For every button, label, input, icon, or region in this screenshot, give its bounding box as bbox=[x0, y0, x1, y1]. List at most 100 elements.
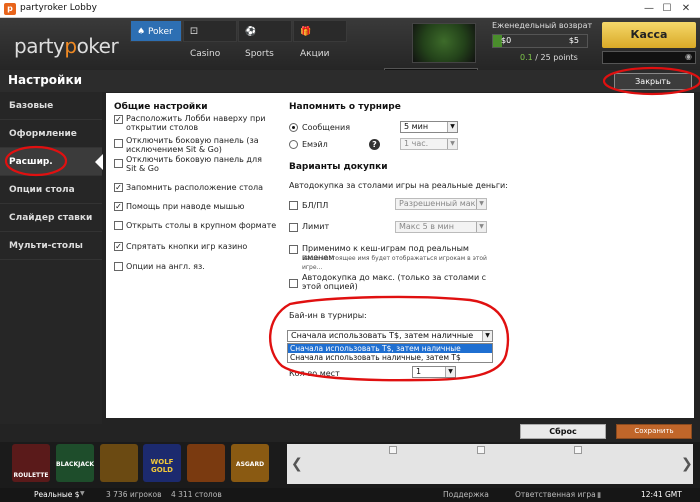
checkbox-auto-max[interactable] bbox=[289, 279, 298, 288]
active-arrow-icon bbox=[95, 154, 103, 170]
checkbox-hide-casino[interactable]: ✓ bbox=[114, 242, 123, 251]
promo-banner[interactable]: ❮ ❯ bbox=[287, 444, 693, 484]
sidebar-item-label: Слайдер ставки bbox=[9, 213, 93, 223]
chevron-down-icon: ▼ bbox=[447, 122, 457, 132]
tab-promo-label: Акции bbox=[300, 49, 330, 59]
select-seats[interactable]: 1 ▼ bbox=[412, 366, 456, 378]
label-auto-max: Автодокупка до макс. (только за столами … bbox=[302, 273, 487, 291]
label-seats: Кол-во мест bbox=[289, 369, 340, 378]
close-settings-button[interactable]: Закрыть настройки bbox=[614, 73, 692, 101]
checkbox-hover-help[interactable]: ✓ bbox=[114, 202, 123, 211]
select-tournament-buyin[interactable]: Сначала использовать T$, затем наличные ▼ bbox=[287, 330, 493, 342]
chevron-right-icon[interactable]: ❯ bbox=[681, 456, 693, 472]
sidebar-item-label: Оформление bbox=[9, 129, 77, 139]
buyin-option[interactable]: Сначала использовать T$, затем наличные bbox=[288, 344, 492, 353]
label-disable-sidebar: Отключить боковую панель (за исключением… bbox=[126, 136, 259, 154]
broken-image-icon bbox=[477, 446, 485, 454]
tab-casino[interactable]: ⚀ Casino bbox=[183, 20, 237, 59]
checkbox-real-name[interactable] bbox=[289, 245, 298, 254]
radio-selected-dot bbox=[292, 126, 295, 129]
checkbox-limit[interactable] bbox=[289, 223, 298, 232]
tab-promotions[interactable]: 🎁 Акции bbox=[293, 20, 347, 59]
radio-email[interactable] bbox=[289, 140, 298, 149]
avatar-image[interactable] bbox=[412, 23, 476, 63]
balance-box[interactable]: ◉ bbox=[602, 51, 696, 64]
minimize-button[interactable]: — bbox=[642, 2, 656, 16]
reset-button[interactable]: Сброс bbox=[520, 424, 606, 439]
checkbox-remember-layout[interactable]: ✓ bbox=[114, 183, 123, 192]
sidebar-item-bet-slider[interactable]: Слайдер ставки bbox=[0, 204, 102, 232]
eye-icon[interactable]: ◉ bbox=[685, 52, 692, 61]
brand-right: oker bbox=[76, 34, 119, 58]
checkbox-disable-sidebar-sng[interactable] bbox=[114, 159, 123, 168]
select-limit-rebuy[interactable]: Макс 5 в мин ▼ bbox=[395, 221, 487, 233]
signal-icon: ▮ bbox=[597, 490, 602, 499]
chevron-down-icon: ▼ bbox=[476, 222, 486, 232]
radio-messages[interactable] bbox=[289, 123, 298, 132]
game-blackjack-thumbnail[interactable]: BLACKJACK bbox=[56, 444, 94, 482]
real-name-note: Ваше настоящее имя будет отображаться иг… bbox=[302, 255, 487, 271]
sidebar-item-label: Мульти-столы bbox=[9, 241, 83, 251]
help-icon[interactable]: ? bbox=[369, 139, 380, 150]
save-changes-button[interactable]: Сохранить изменения bbox=[616, 424, 692, 448]
points-value: 0.1 bbox=[520, 53, 533, 62]
chevron-down-icon: ▼ bbox=[476, 199, 486, 209]
tab-sports-label: Sports bbox=[245, 49, 274, 59]
select-email-time[interactable]: 1 час. ▼ bbox=[400, 138, 458, 150]
label-messages: Сообщения bbox=[302, 123, 351, 132]
settings-sidebar: Базовые Оформление Расшир. Опции стола С… bbox=[0, 92, 103, 424]
chevron-left-icon[interactable]: ❮ bbox=[291, 456, 303, 472]
buyin-dropdown-list: Сначала использовать T$, затем наличные … bbox=[287, 343, 493, 363]
game-slot-thumbnail[interactable] bbox=[100, 444, 138, 482]
label-hide-casino: Спрятать кнопки игр казино bbox=[126, 242, 248, 251]
tables-count: 4 311 столов bbox=[171, 490, 222, 499]
responsible-gaming-link[interactable]: Ответственная игра bbox=[515, 490, 596, 499]
checkbox-lobby-on-top[interactable]: ✓ bbox=[114, 115, 123, 124]
support-link[interactable]: Поддержка bbox=[443, 490, 489, 499]
cashier-button[interactable]: Касса bbox=[602, 22, 696, 48]
chevron-down-icon: ▼ bbox=[447, 139, 457, 149]
checkbox-large-tables[interactable] bbox=[114, 221, 123, 230]
game-slot-thumbnail[interactable] bbox=[187, 444, 225, 482]
close-window-button[interactable]: ✕ bbox=[679, 2, 693, 16]
buyin-option[interactable]: Сначала использовать наличные, затем T$ bbox=[288, 353, 492, 362]
label-hover-help: Помощь при наводе мышью bbox=[126, 202, 245, 211]
game-roulette-thumbnail[interactable]: ROULETTE bbox=[12, 444, 50, 482]
checkbox-english-options[interactable] bbox=[114, 262, 123, 271]
select-nl-rebuy[interactable]: Разрешенный макс ▼ bbox=[395, 198, 487, 210]
sidebar-item-basic[interactable]: Базовые bbox=[0, 92, 102, 120]
sidebar-item-label: Расшир. bbox=[9, 157, 53, 167]
game-wolf-gold-thumbnail[interactable]: WOLF GOLD bbox=[143, 444, 181, 482]
rebuy-subtitle: Автодокупка за столами игры на реальные … bbox=[289, 181, 508, 190]
cashback-progress: $0 $5 bbox=[492, 34, 588, 48]
checkbox-disable-sidebar[interactable] bbox=[114, 139, 123, 148]
sidebar-item-advanced[interactable]: Расшир. bbox=[0, 148, 103, 176]
window-title: partyroker Lobby bbox=[20, 3, 97, 13]
game-label: ROULETTE bbox=[13, 472, 49, 479]
currency-mode[interactable]: Реальные $ bbox=[34, 490, 80, 499]
seats-value: 1 bbox=[416, 367, 422, 376]
sidebar-item-table-options[interactable]: Опции стола bbox=[0, 176, 102, 204]
chevron-down-icon: ▼ bbox=[482, 331, 492, 341]
cashback-title: Еженедельный возврат bbox=[492, 21, 593, 30]
sidebar-item-appearance[interactable]: Оформление bbox=[0, 120, 102, 148]
broken-image-icon bbox=[389, 446, 397, 454]
label-limit: Лимит bbox=[302, 222, 330, 231]
checkbox-nl-pl[interactable] bbox=[289, 201, 298, 210]
tab-sports[interactable]: ⚽ Sports bbox=[238, 20, 292, 59]
maximize-button[interactable]: ☐ bbox=[660, 2, 674, 16]
players-count: 3 736 игроков bbox=[106, 490, 162, 499]
tab-poker[interactable]: ♠ Poker bbox=[130, 20, 182, 42]
label-remember-layout: Запомнить расположение стола bbox=[126, 183, 264, 192]
select-reminder-time[interactable]: 5 мин ▼ bbox=[400, 121, 458, 133]
status-bar: Реальные $ ▼ 3 736 игроков 4 311 столов … bbox=[0, 488, 700, 502]
reminder-time-value: 5 мин bbox=[404, 122, 429, 131]
game-asgard-thumbnail[interactable]: ASGARD bbox=[231, 444, 269, 482]
cashback-max: $5 bbox=[568, 36, 579, 45]
brand-mark: p bbox=[64, 34, 77, 58]
sidebar-item-multitable[interactable]: Мульти-столы bbox=[0, 232, 102, 260]
sidebar-item-label: Базовые bbox=[9, 101, 54, 111]
label-email: Емэйл bbox=[302, 140, 328, 149]
chevron-down-icon[interactable]: ▼ bbox=[80, 490, 85, 497]
partypoker-logo: partypoker bbox=[14, 34, 119, 58]
